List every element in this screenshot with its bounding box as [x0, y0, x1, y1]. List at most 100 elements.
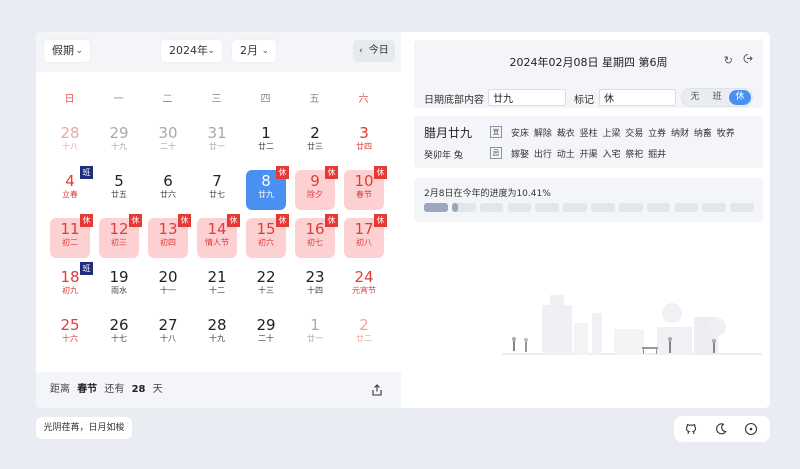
- day-cell[interactable]: 19 雨水: [99, 266, 139, 306]
- lunar-label: 十七: [111, 334, 127, 343]
- bottom-content-label: 日期底部内容: [424, 95, 484, 106]
- github-icon[interactable]: [684, 422, 698, 436]
- day-number: 26: [109, 316, 129, 334]
- lunar-label: 十二: [209, 286, 225, 295]
- lunar-label: 二十: [160, 142, 176, 151]
- year-progress-card: 2月8日在今年的进度为10.41%: [414, 178, 763, 222]
- moon-icon[interactable]: [714, 422, 728, 436]
- day-number: 28: [60, 124, 80, 142]
- mark-type-toggle[interactable]: 无 班 休: [681, 88, 753, 107]
- day-cell[interactable]: 15 初六休: [246, 214, 289, 258]
- day-cell[interactable]: 6 廿六: [148, 170, 188, 210]
- day-number: 20: [158, 268, 178, 286]
- day-cell[interactable]: 2 廿三: [295, 122, 335, 162]
- lunar-label: 初二: [62, 238, 78, 247]
- day-cell[interactable]: 28 十八: [50, 122, 90, 162]
- day-cell[interactable]: 16 初七休: [295, 214, 338, 258]
- day-cell[interactable]: 20 十一: [148, 266, 188, 306]
- day-number: 3: [359, 124, 369, 142]
- weekday-label: 四: [260, 94, 271, 105]
- day-cell[interactable]: 2 廿二: [344, 314, 384, 354]
- lunar-label: 十八: [62, 142, 78, 151]
- day-cell[interactable]: 13 初四休: [148, 214, 191, 258]
- city-illustration: [502, 295, 762, 355]
- rest-badge: 休: [227, 214, 240, 227]
- day-cell[interactable]: 22 十三: [246, 266, 286, 306]
- day-cell[interactable]: 21 十二: [197, 266, 237, 306]
- progress-segment: [479, 203, 504, 212]
- year-progress-bar: [424, 203, 754, 212]
- exit-icon[interactable]: [742, 53, 753, 64]
- day-cell[interactable]: 28 十九: [197, 314, 237, 354]
- selected-date-title: 2024年02月08日 星期四 第6周: [509, 56, 668, 69]
- lunar-label: 情人节: [205, 238, 229, 247]
- day-cell[interactable]: 29 二十: [246, 314, 286, 354]
- weekday-label: 一: [113, 94, 124, 105]
- day-cell[interactable]: 1 廿二: [246, 122, 286, 162]
- day-cell[interactable]: 29 十九: [99, 122, 139, 162]
- day-cell[interactable]: 17 初八休: [344, 214, 387, 258]
- progress-segment-fill: [451, 203, 458, 212]
- share-icon[interactable]: [371, 384, 383, 396]
- day-cell[interactable]: 1 廿一: [295, 314, 335, 354]
- toggle-rest[interactable]: 休: [729, 90, 751, 105]
- weekday-label: 六: [358, 94, 369, 105]
- day-cell[interactable]: 31 廿一: [197, 122, 237, 162]
- refresh-icon[interactable]: ↻: [724, 54, 733, 67]
- countdown-days: 28: [131, 384, 146, 395]
- day-cell[interactable]: 27 十八: [148, 314, 188, 354]
- rest-badge: 休: [325, 166, 338, 179]
- toggle-none[interactable]: 无: [684, 90, 706, 105]
- almanac-card: 腊月廿九 癸卯年 兔 宜 安床 解除 裁衣 竖柱 上梁 交易 立券 纳财 纳畜 …: [414, 116, 763, 168]
- rest-badge: 休: [374, 214, 387, 227]
- mark-input[interactable]: [599, 89, 676, 106]
- today-button[interactable]: ‹ 今日: [353, 40, 395, 62]
- day-cell[interactable]: 24 元宵节: [344, 266, 384, 306]
- day-cell[interactable]: 18 初九班: [50, 262, 93, 306]
- lunar-date: 腊月廿九: [424, 126, 473, 140]
- bottom-content-input[interactable]: [488, 89, 566, 106]
- countdown-prefix: 距离: [50, 384, 70, 395]
- day-cell[interactable]: 3 廿四: [344, 122, 384, 162]
- day-cell[interactable]: 8 廿九休: [246, 166, 289, 210]
- progress-segment: [535, 203, 560, 212]
- today-button-label: 今日: [368, 45, 389, 56]
- lunar-label: 十三: [258, 286, 274, 295]
- rest-badge: 休: [129, 214, 142, 227]
- day-cell[interactable]: 25 十六: [50, 314, 90, 354]
- day-number: 27: [158, 316, 178, 334]
- mark-label: 标记: [574, 95, 594, 106]
- day-cell[interactable]: 7 廿七: [197, 170, 237, 210]
- day-number: 6: [163, 172, 173, 190]
- lunar-label: 初六: [258, 238, 274, 247]
- yi-list: 安床 解除 裁衣 竖柱 上梁 交易 立券 纳财 纳畜 牧养: [511, 129, 735, 139]
- day-cell[interactable]: 11 初二休: [50, 214, 93, 258]
- weekday-label: 二: [162, 94, 173, 105]
- day-cell[interactable]: 14 情人节休: [197, 214, 240, 258]
- day-cell[interactable]: 4 立春班: [50, 166, 93, 210]
- lunar-label: 十六: [62, 334, 78, 343]
- info-icon[interactable]: [744, 422, 758, 436]
- lunar-label: 十一: [160, 286, 176, 295]
- calendar-panel: 假期 ⌄ 2024年 ⌄ 2月 ⌄ ‹ 今日 日一二三四五六 28 十八 29 十九 3…: [36, 32, 401, 408]
- day-cell[interactable]: 30 二十: [148, 122, 188, 162]
- lunar-label: 初七: [307, 238, 323, 247]
- day-cell[interactable]: 26 十七: [99, 314, 139, 354]
- day-cell[interactable]: 10 春节休: [344, 166, 387, 210]
- lunar-label: 初四: [160, 238, 176, 247]
- year-select[interactable]: 2024年 ⌄: [161, 40, 222, 62]
- countdown-footer: 距离 春节 还有 28 天: [36, 372, 401, 408]
- day-number: 1: [261, 124, 271, 142]
- calendar-app: 假期 ⌄ 2024年 ⌄ 2月 ⌄ ‹ 今日 日一二三四五六 28 十八 29 十九 3…: [36, 32, 770, 408]
- lunar-label: 十九: [209, 334, 225, 343]
- day-number: 29: [256, 316, 276, 334]
- lunar-label: 初九: [62, 286, 78, 295]
- day-cell[interactable]: 23 十四: [295, 266, 335, 306]
- day-cell[interactable]: 12 初三休: [99, 214, 142, 258]
- day-cell[interactable]: 5 廿五: [99, 170, 139, 210]
- month-select[interactable]: 2月 ⌄: [232, 40, 276, 62]
- holiday-select[interactable]: 假期 ⌄: [44, 40, 90, 62]
- day-cell[interactable]: 9 除夕休: [295, 166, 338, 210]
- toggle-work[interactable]: 班: [706, 90, 728, 105]
- lunar-label: 廿四: [356, 142, 372, 151]
